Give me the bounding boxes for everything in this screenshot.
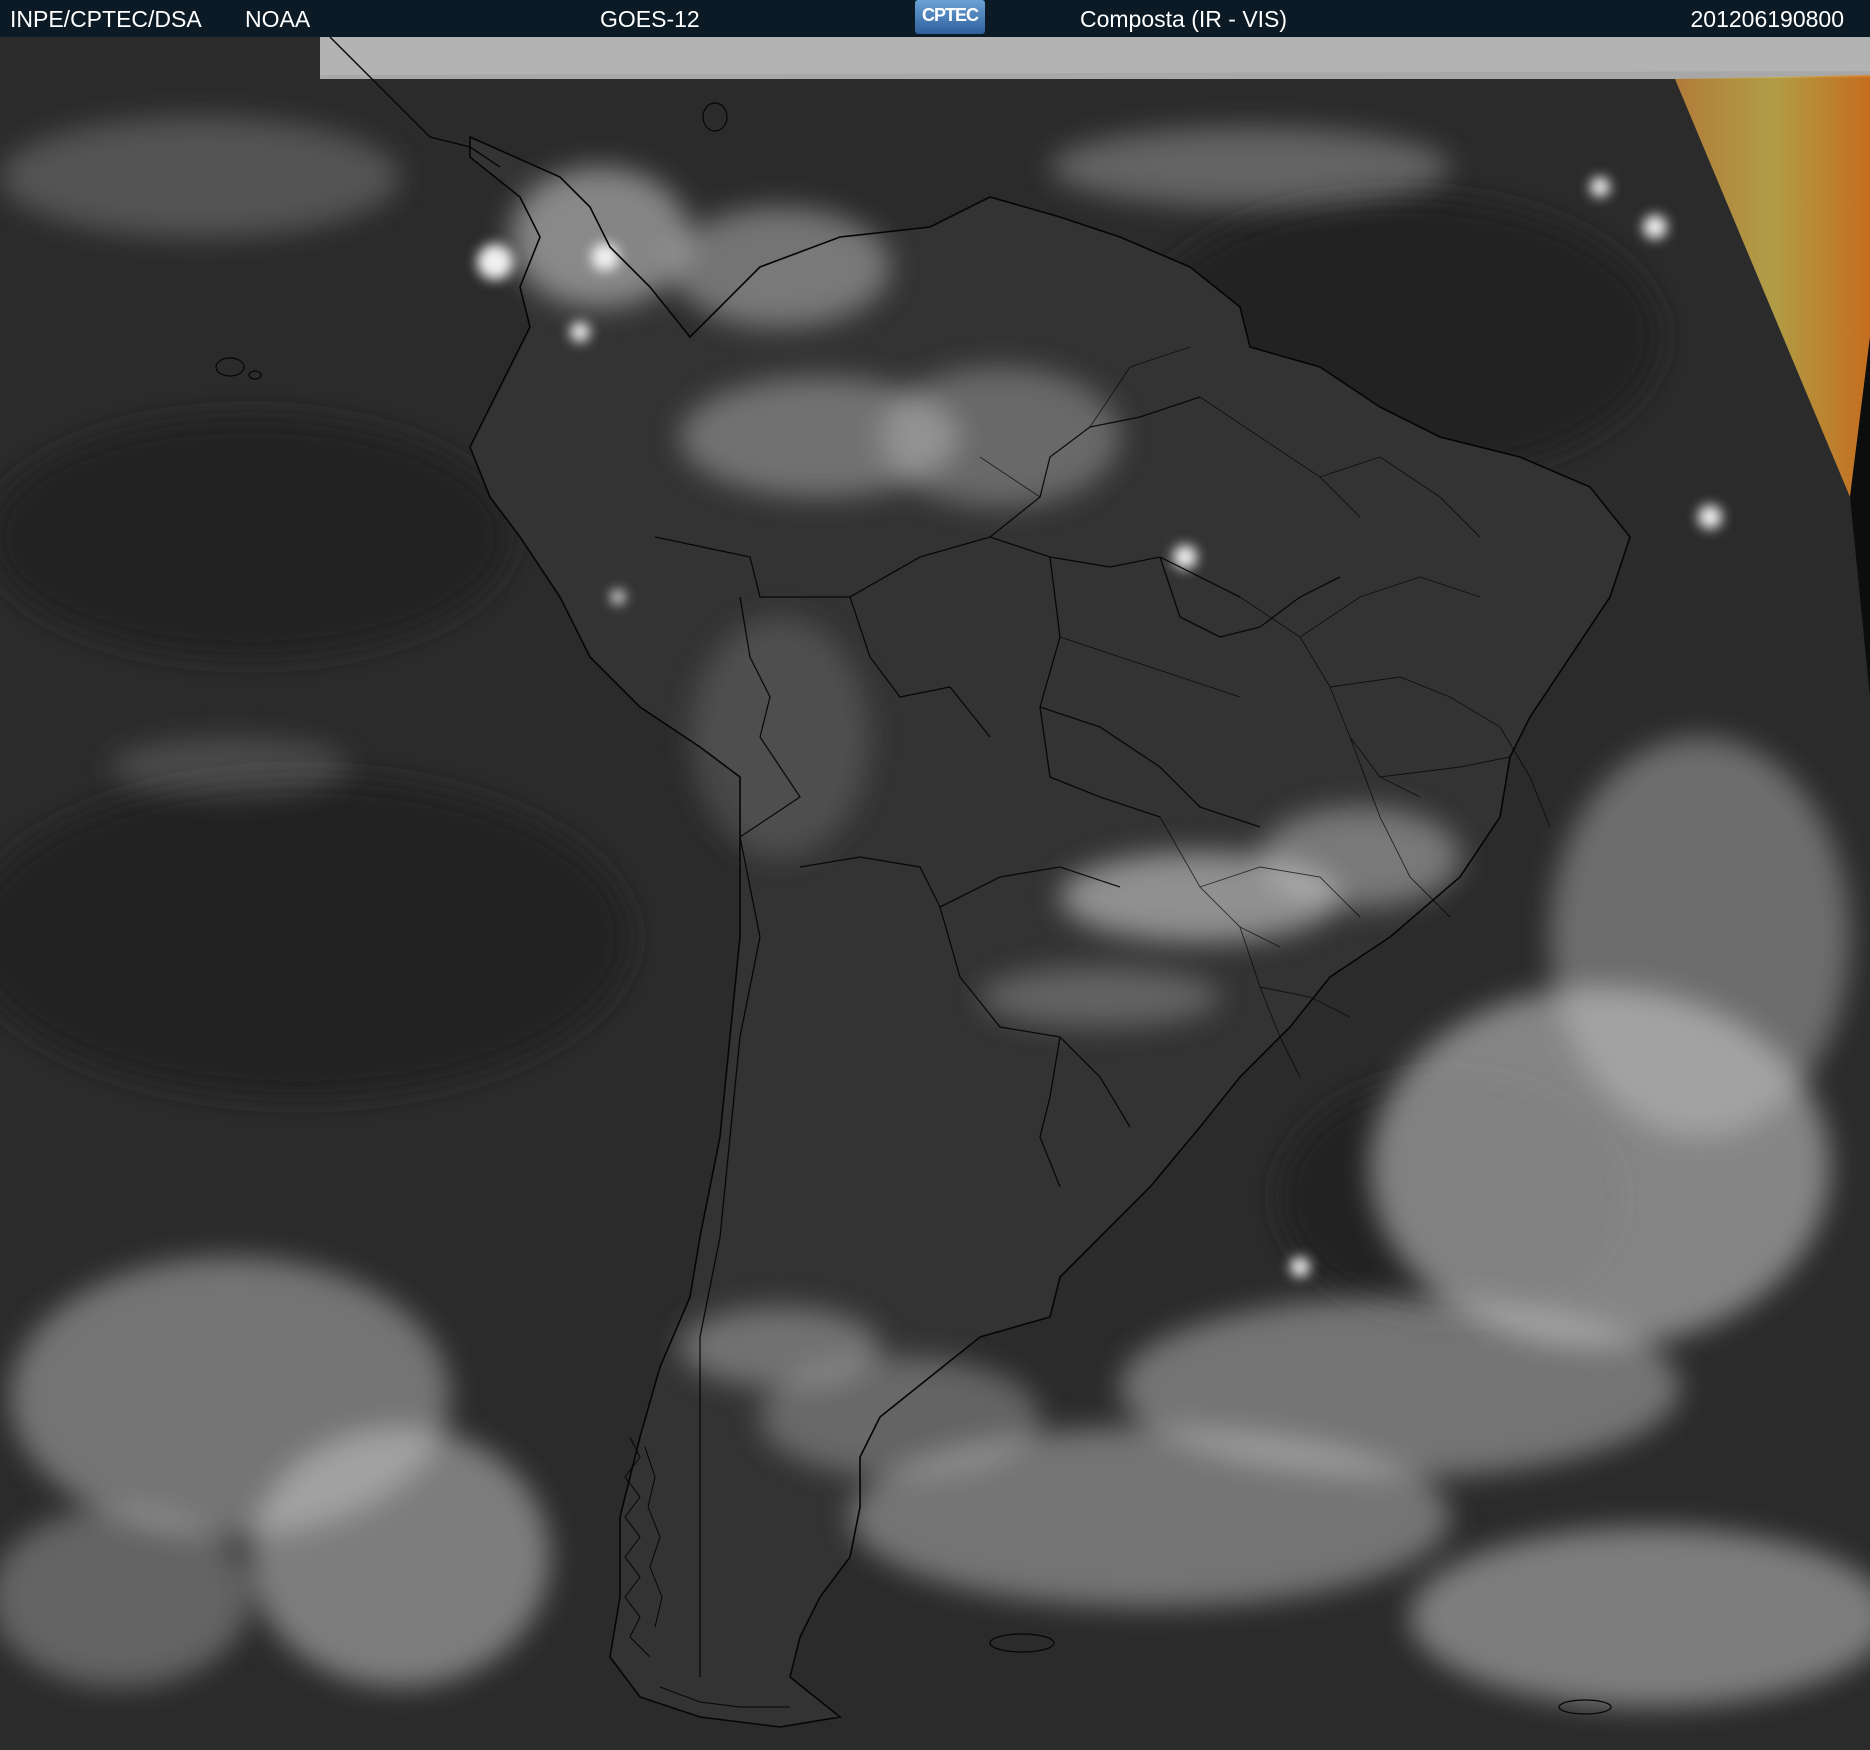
organization-label: INPE/CPTEC/DSA — [10, 6, 202, 32]
cptec-logo-icon: CPTEC — [915, 0, 985, 34]
agency-label: NOAA — [245, 6, 311, 32]
no-data-band-edge — [320, 37, 1870, 75]
product-label: Composta (IR - VIS) — [1080, 6, 1288, 32]
logo-text: CPTEC — [921, 5, 979, 25]
satellite-image — [0, 37, 1870, 1750]
timestamp-label: 201206190800 — [1690, 6, 1845, 32]
satellite-label: GOES-12 — [600, 6, 700, 32]
image-header-bar: INPE/CPTEC/DSA NOAA GOES-12 CPTEC Compos… — [0, 0, 1870, 37]
satellite-map-svg — [0, 37, 1870, 1750]
